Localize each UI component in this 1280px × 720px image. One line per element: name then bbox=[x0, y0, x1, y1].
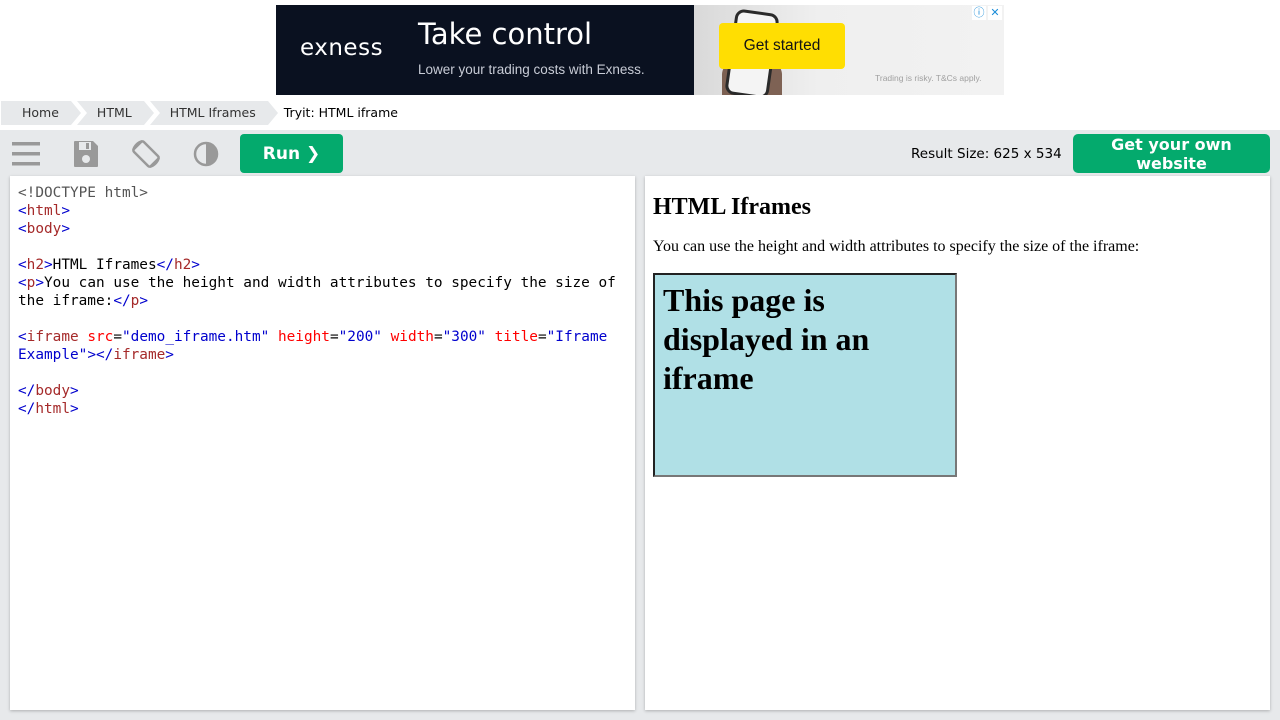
ad-banner[interactable]: exness Take control Lower your trading c… bbox=[276, 5, 1004, 95]
ad-headline: Take control bbox=[418, 17, 593, 51]
code-token-br: > bbox=[44, 257, 53, 273]
rotate-icon[interactable] bbox=[130, 138, 162, 170]
breadcrumb: Home HTML HTML Iframes Tryit: HTML ifram… bbox=[0, 101, 398, 125]
code-token-tag: html bbox=[35, 401, 70, 417]
code-token-txt: = bbox=[537, 329, 547, 345]
ad-left-panel: exness Take control Lower your trading c… bbox=[276, 5, 694, 95]
breadcrumb-current: Tryit: HTML iframe bbox=[283, 105, 398, 120]
code-line: <h2>HTML Iframes</h2> bbox=[18, 256, 627, 274]
code-line: <html> bbox=[18, 202, 627, 220]
contrast-icon[interactable] bbox=[190, 138, 222, 170]
code-token-br: > bbox=[69, 401, 79, 417]
code-token-br: </ bbox=[156, 257, 174, 273]
code-token-tag: p bbox=[130, 293, 140, 309]
code-line: </html> bbox=[18, 400, 627, 418]
iframe-heading: This page is displayed in an iframe bbox=[663, 282, 870, 396]
code-token-br: > bbox=[69, 383, 79, 399]
code-token-val: "300" bbox=[442, 329, 486, 345]
code-token-tag: h2 bbox=[26, 257, 44, 273]
code-token-attr: width bbox=[390, 329, 434, 345]
code-token-attr: height bbox=[277, 329, 330, 345]
code-token-br: > bbox=[35, 275, 45, 291]
ad-subtext: Lower your trading costs with Exness. bbox=[418, 62, 645, 77]
breadcrumb-html-iframes[interactable]: HTML Iframes bbox=[149, 101, 278, 125]
result-heading: HTML Iframes bbox=[653, 194, 811, 220]
run-button[interactable]: Run ❯ bbox=[240, 134, 343, 173]
breadcrumb-html[interactable]: HTML bbox=[76, 101, 154, 125]
code-token-br: > bbox=[61, 221, 70, 237]
code-token-tag: body bbox=[26, 221, 62, 237]
result-size-label: Result Size: 625 x 534 bbox=[911, 146, 1062, 162]
code-token-br: > bbox=[191, 257, 200, 273]
code-token-val: "200" bbox=[338, 329, 382, 345]
code-token-br: > bbox=[139, 293, 148, 309]
code-line: </body> bbox=[18, 382, 627, 400]
result-paragraph: You can use the height and width attribu… bbox=[653, 238, 1140, 255]
save-icon[interactable] bbox=[70, 138, 102, 170]
info-icon[interactable]: ⓘ bbox=[972, 6, 986, 20]
code-token-br: > bbox=[165, 347, 174, 363]
code-token-txt: = bbox=[433, 329, 443, 345]
code-token-tag: iframe bbox=[113, 347, 166, 363]
code-token-br: </ bbox=[113, 293, 131, 309]
result-pane: HTML Iframes You can use the height and … bbox=[645, 176, 1270, 710]
code-token-txt: HTML Iframes bbox=[52, 257, 157, 273]
breadcrumb-home[interactable]: Home bbox=[1, 101, 81, 125]
close-icon[interactable]: ✕ bbox=[988, 6, 1002, 20]
get-your-own-website-button[interactable]: Get your own website bbox=[1073, 134, 1270, 173]
code-token-br: < bbox=[18, 329, 27, 345]
code-token-br: < bbox=[18, 203, 27, 219]
code-token-br: </ bbox=[18, 401, 36, 417]
code-token-attr: src bbox=[87, 329, 114, 345]
code-line: <!DOCTYPE html> bbox=[18, 184, 627, 202]
menu-icon[interactable] bbox=[10, 138, 42, 170]
code-token-txt: = bbox=[113, 329, 122, 345]
code-token-br: </ bbox=[18, 383, 36, 399]
code-line: <p>You can use the height and width attr… bbox=[18, 274, 627, 310]
code-token-val: "demo_iframe.htm" bbox=[122, 329, 270, 345]
code-token-br: < bbox=[18, 221, 27, 237]
result-iframe[interactable]: This page is displayed in an iframe bbox=[653, 273, 957, 477]
code-token-tag: iframe bbox=[26, 329, 79, 345]
code-token-attr: title bbox=[494, 329, 538, 345]
code-token-txt: = bbox=[329, 329, 339, 345]
ad-get-started-button[interactable]: Get started bbox=[719, 23, 845, 69]
code-token-txt: You can use the height and width attribu… bbox=[18, 275, 625, 309]
code-token-tag: h2 bbox=[173, 257, 192, 273]
code-token-br: < bbox=[18, 275, 27, 291]
code-token-doc: <!DOCTYPE html> bbox=[18, 185, 148, 201]
code-token-br: ></ bbox=[87, 347, 114, 363]
code-line: <iframe src="demo_iframe.htm" height="20… bbox=[18, 328, 627, 364]
ad-disclaimer: Trading is risky. T&Cs apply. bbox=[875, 73, 982, 83]
ad-logo: exness bbox=[300, 35, 384, 61]
code-token-tag: body bbox=[35, 383, 70, 399]
code-line: <body> bbox=[18, 220, 627, 238]
ad-controls: ⓘ ✕ bbox=[972, 6, 1002, 20]
code-token-tag: html bbox=[26, 203, 62, 219]
code-editor[interactable]: <!DOCTYPE html> <html> <body> <h2>HTML Ifra… bbox=[10, 176, 635, 710]
code-token-br: < bbox=[18, 257, 27, 273]
code-token-br: > bbox=[61, 203, 70, 219]
